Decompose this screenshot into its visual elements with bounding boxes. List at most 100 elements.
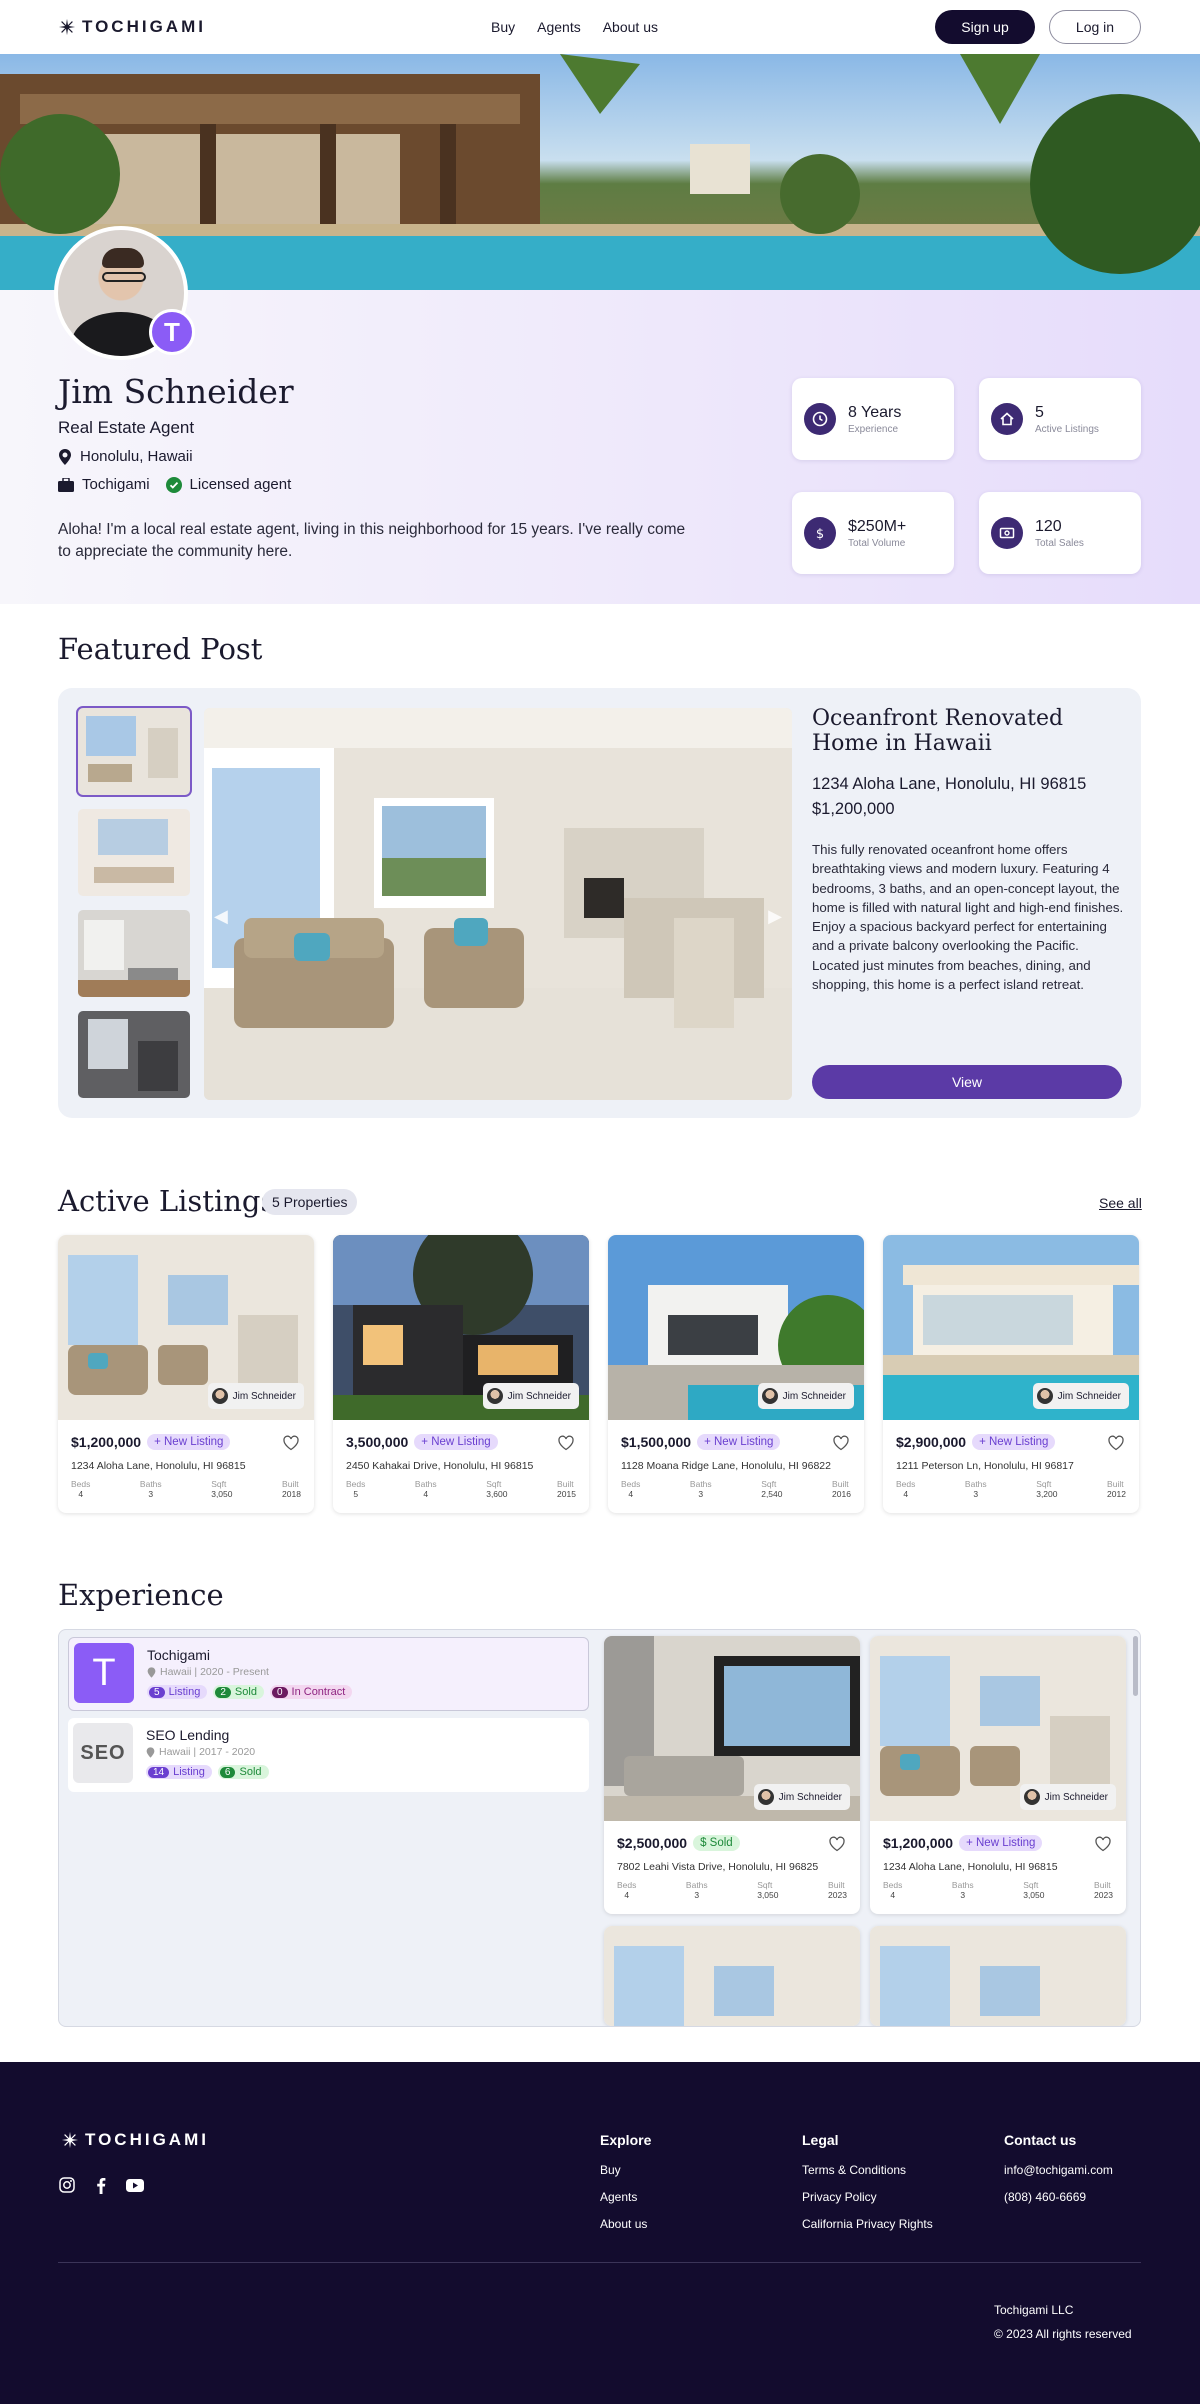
stat-value: 8 Years	[848, 403, 902, 421]
agent-tag-name: Jim Schneider	[782, 1390, 846, 1402]
youtube-icon[interactable]	[126, 2176, 144, 2194]
footer-legal: Legal Terms & Conditions Privacy Policy …	[802, 2132, 933, 2244]
heart-icon[interactable]	[828, 1835, 846, 1853]
listing-price: 3,500,000	[346, 1434, 409, 1450]
listing-card[interactable]: Jim Schneider $1,200,000 + New Listing 12…	[58, 1235, 314, 1513]
spec-label: Beds	[896, 1479, 916, 1489]
spec-label: Built	[832, 1479, 849, 1489]
top-nav: TOCHIGAMI Buy Agents About us Sign up Lo…	[0, 0, 1200, 54]
heart-icon[interactable]	[282, 1434, 300, 1452]
listings-count-badge: 5 Properties	[262, 1189, 358, 1215]
listing-specs: Beds 4 Baths 3 Sqft 3,050 Built 2023	[883, 1880, 1113, 1900]
agent-company-row: Tochigami Licensed agent	[58, 476, 291, 493]
footer-legal-title: Legal	[802, 2132, 839, 2148]
featured-thumbnail-4[interactable]	[78, 1011, 190, 1098]
cash-icon	[999, 527, 1015, 539]
experience-listing-card-partial[interactable]	[870, 1926, 1126, 2026]
signup-button[interactable]: Sign up	[935, 10, 1035, 44]
agent-tag: Jim Schneider	[207, 1383, 304, 1409]
spec-label: Built	[828, 1880, 845, 1890]
spec-label: Sqft	[761, 1479, 777, 1489]
footer-link-buy[interactable]: Buy	[600, 2163, 651, 2177]
listing-address: 7802 Leahi Vista Drive, Honolulu, HI 968…	[617, 1861, 819, 1873]
footer-link-agents[interactable]: Agents	[600, 2190, 651, 2204]
listing-address: 1234 Aloha Lane, Honolulu, HI 96815	[883, 1861, 1058, 1873]
nav-link-buy[interactable]: Buy	[491, 19, 515, 35]
listing-price: $1,500,000	[621, 1434, 692, 1450]
spec-beds: 4	[78, 1489, 84, 1499]
company-meta: Hawaii | 2017 - 2020	[146, 1746, 255, 1758]
listing-card[interactable]: Jim Schneider 3,500,000 + New Listing 245…	[333, 1235, 589, 1513]
experience-listing-card[interactable]: Jim Schneider $2,500,000 $ Sold 7802 Leah…	[604, 1636, 860, 1914]
agent-name: Jim Schneider	[58, 372, 294, 411]
listing-status-tag: + New Listing	[147, 1434, 231, 1450]
facebook-icon[interactable]	[92, 2176, 110, 2194]
experience-listing-card-partial[interactable]	[604, 1926, 860, 2026]
footer-link-terms[interactable]: Terms & Conditions	[802, 2163, 933, 2177]
company-meta-text: Hawaii | 2020 - Present	[160, 1666, 269, 1678]
location-pin-icon	[147, 1666, 156, 1678]
nav-link-about[interactable]: About us	[603, 19, 658, 35]
footer-link-about[interactable]: About us	[600, 2217, 651, 2231]
scrollbar-thumb[interactable]	[1133, 1636, 1138, 1696]
featured-thumbnail-1[interactable]	[76, 706, 192, 797]
featured-title: Oceanfront Renovated Home in Hawaii	[812, 706, 1064, 757]
view-button[interactable]: View	[812, 1065, 1122, 1099]
stat-value: 5	[1035, 403, 1044, 421]
experience-item-seo-lending[interactable]: SEO SEO Lending Hawaii | 2017 - 2020 14 L…	[68, 1718, 589, 1792]
footer-link-ca-privacy[interactable]: California Privacy Rights	[802, 2217, 933, 2231]
spec-label: Beds	[71, 1479, 91, 1489]
next-image-arrow[interactable]: ▶	[768, 906, 782, 927]
spec-label: Baths	[951, 1880, 974, 1890]
prev-image-arrow[interactable]: ◀	[214, 906, 228, 927]
featured-description: This fully renovated oceanfront home off…	[812, 842, 1124, 992]
heart-icon[interactable]	[557, 1434, 575, 1452]
spec-label: Beds	[621, 1479, 641, 1489]
clock-icon	[812, 411, 828, 427]
spec-built: 2016	[832, 1489, 851, 1499]
experience-item-tochigami[interactable]: T Tochigami Hawaii | 2020 - Present 5 Lis…	[68, 1637, 589, 1711]
footer-email[interactable]: info@tochigami.com	[1004, 2163, 1113, 2177]
briefcase-icon	[58, 477, 74, 492]
footer-phone[interactable]: (808) 460-6669	[1004, 2190, 1113, 2204]
listing-specs: Beds 4 Baths 3 Sqft 3,050 Built 2023	[617, 1880, 847, 1900]
spec-beds: 5	[353, 1489, 359, 1499]
footer-explore-title: Explore	[600, 2132, 652, 2148]
spec-sqft: 3,050	[757, 1890, 779, 1900]
featured-post-card: ◀ ▶ Oceanfront Renovated Home in Hawaii …	[58, 688, 1141, 1118]
experience-panel: T Tochigami Hawaii | 2020 - Present 5 Lis…	[58, 1629, 1141, 2027]
agent-mini-avatar	[1023, 1789, 1040, 1805]
agent-tag: Jim Schneider	[1032, 1383, 1129, 1409]
spec-label: Sqft	[211, 1479, 227, 1489]
company-name: Tochigami	[147, 1647, 211, 1663]
footer-contact: Contact us info@tochigami.com (808) 460-…	[1004, 2132, 1113, 2217]
heart-icon[interactable]	[1094, 1835, 1112, 1853]
listing-card[interactable]: Jim Schneider $2,900,000 + New Listing 12…	[883, 1235, 1139, 1513]
see-all-link[interactable]: See all	[1099, 1195, 1142, 1211]
footer-link-privacy[interactable]: Privacy Policy	[802, 2190, 933, 2204]
heart-icon[interactable]	[1107, 1434, 1125, 1452]
listing-status-tag: + New Listing	[697, 1434, 781, 1450]
agent-tag: Jim Schneider	[757, 1383, 854, 1409]
featured-thumbnail-2[interactable]	[78, 809, 190, 896]
featured-thumbnail-3[interactable]	[78, 910, 190, 997]
instagram-icon[interactable]	[58, 2176, 76, 2194]
footer-brand-logo[interactable]: TOCHIGAMI	[61, 2130, 209, 2150]
brand-logo[interactable]: TOCHIGAMI	[58, 17, 206, 37]
spec-beds: 4	[624, 1890, 630, 1900]
heart-icon[interactable]	[832, 1434, 850, 1452]
spec-baths: 3	[148, 1489, 154, 1499]
agent-mini-avatar	[486, 1388, 503, 1404]
spec-built: 2023	[1094, 1890, 1113, 1900]
spec-label: Baths	[689, 1479, 712, 1489]
experience-listing-card[interactable]: Jim Schneider $1,200,000 + New Listing 12…	[870, 1636, 1126, 1914]
login-button[interactable]: Log in	[1049, 10, 1141, 44]
footer: TOCHIGAMI Explore Buy Agents About us Le…	[0, 2062, 1200, 2404]
listing-card[interactable]: Jim Schneider $1,500,000 + New Listing 11…	[608, 1235, 864, 1513]
spec-built: 2015	[557, 1489, 576, 1499]
nav-link-agents[interactable]: Agents	[537, 19, 581, 35]
listing-address: 1128 Moana Ridge Lane, Honolulu, HI 9682…	[621, 1460, 831, 1472]
spec-label: Baths	[964, 1479, 987, 1489]
stat-label: Experience	[848, 423, 899, 435]
spec-label: Built	[557, 1479, 574, 1489]
